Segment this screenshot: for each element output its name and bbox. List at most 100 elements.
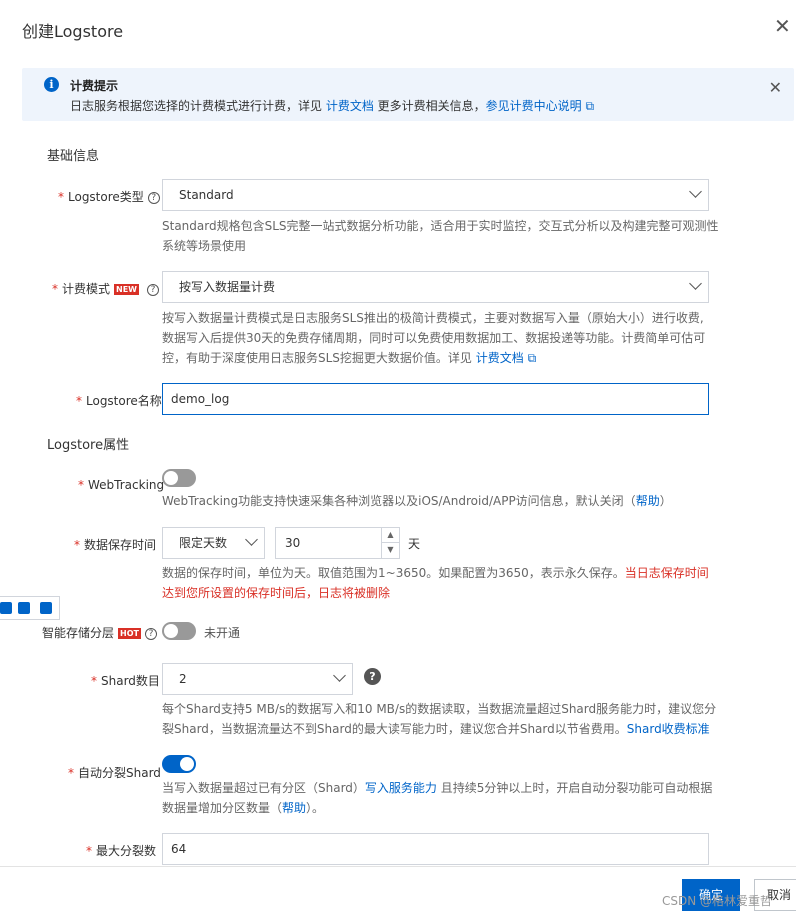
info-icon: i bbox=[44, 77, 59, 92]
billing-mode-desc: 按写入数据量计费模式是日志服务SLS推出的极简计费模式，主要对数据写入量（原始大… bbox=[162, 308, 705, 368]
retention-label: * 数据保存时间 bbox=[74, 538, 157, 552]
billing-mode-desc-line1: 按写入数据量计费模式是日志服务SLS推出的极简计费模式，主要对数据写入量（原始大… bbox=[162, 311, 704, 325]
smart-tier-label: 智能存储分层 HOT? bbox=[42, 624, 157, 641]
shard-desc-line1: 每个Shard支持5 MB/s的数据写入和10 MB/s的数据读取，当数据流量超… bbox=[162, 702, 717, 716]
shard-label-text: Shard数目 bbox=[101, 674, 160, 688]
help-icon[interactable]: ? bbox=[147, 191, 160, 204]
smart-tier-status: 未开通 bbox=[204, 626, 241, 640]
auto-split-toggle[interactable] bbox=[162, 755, 196, 773]
billing-mode-select[interactable]: 按写入数据量计费 bbox=[162, 271, 709, 303]
shard-value: 2 bbox=[179, 672, 187, 686]
billing-doc-link[interactable]: 计费文档 bbox=[326, 99, 374, 113]
logstore-type-label-text: Logstore类型 bbox=[68, 190, 144, 204]
webtracking-label: * WebTracking bbox=[78, 478, 165, 492]
shard-label: * Shard数目 bbox=[91, 674, 160, 688]
logstore-type-value: Standard bbox=[179, 188, 234, 202]
logstore-name-label: * Logstore名称 bbox=[76, 394, 162, 408]
close-icon[interactable]: ✕ bbox=[774, 16, 794, 36]
notice-text-middle: 更多计费相关信息， bbox=[373, 99, 486, 113]
stepper-down-icon[interactable]: ▼ bbox=[381, 543, 399, 558]
notice-close-icon[interactable]: ✕ bbox=[769, 78, 782, 97]
toggle-knob bbox=[164, 624, 178, 638]
retention-days-value: 30 bbox=[285, 536, 301, 550]
shard-desc: 每个Shard支持5 MB/s的数据写入和10 MB/s的数据读取，当数据流量超… bbox=[162, 699, 716, 739]
auto-split-desc-line1a: 当写入数据量超过已有分区（Shard） bbox=[162, 781, 365, 795]
retention-unit: 天 bbox=[408, 537, 421, 551]
question-icon[interactable]: ? bbox=[364, 668, 381, 685]
billing-doc-link-label: 计费文档 bbox=[475, 351, 524, 365]
auto-split-desc: 当写入数据量超过已有分区（Shard）写入服务能力 且持续5分钟以上时，开启自动… bbox=[162, 778, 712, 818]
logstore-name-label-text: Logstore名称 bbox=[86, 394, 162, 408]
auto-split-label-text: 自动分裂Shard bbox=[78, 766, 161, 780]
chevron-down-icon bbox=[245, 533, 258, 546]
billing-center-link-label: 参见计费中心说明 bbox=[485, 99, 582, 113]
gamepad-icon[interactable] bbox=[18, 602, 30, 614]
logstore-type-desc-line1: Standard规格包含SLS完整一站式数据分析功能，适合用于实时监控，交互式分… bbox=[162, 219, 719, 233]
webtracking-desc-text: WebTracking功能支持快速采集各种浏览器以及iOS/Android/AP… bbox=[162, 494, 636, 508]
toggle-knob bbox=[164, 471, 178, 485]
billing-doc-link[interactable]: 计费文档 ⧉ bbox=[476, 351, 536, 365]
external-link-icon: ⧉ bbox=[585, 99, 595, 113]
new-badge: NEW bbox=[114, 284, 139, 295]
external-link-icon: ⧉ bbox=[527, 351, 537, 365]
retention-desc: 数据的保存时间，单位为天。取值范围为1~3650。如果配置为3650，表示永久保… bbox=[162, 563, 709, 603]
hot-badge: HOT bbox=[118, 628, 141, 639]
shard-desc-line2: 裂Shard，当数据流量达不到Shard的最大读写能力时，建议您合并Shard以… bbox=[162, 722, 627, 736]
logstore-type-label: * Logstore类型? bbox=[58, 188, 160, 205]
billing-center-link[interactable]: 参见计费中心说明 ⧉ bbox=[486, 99, 594, 113]
apps-icon[interactable] bbox=[40, 602, 52, 614]
retention-warning-2: 达到您所设置的保存时间后，日志将被删除 bbox=[162, 586, 391, 600]
webtracking-help-link[interactable]: 帮助 bbox=[636, 494, 660, 508]
auto-split-desc-line1b: 且持续5分钟以上时，开启自动分裂功能可自动根据 bbox=[436, 781, 713, 795]
floating-toolbar[interactable] bbox=[0, 596, 60, 620]
billing-mode-desc-line3: 控，有助于深度使用日志服务SLS挖掘更大数据价值。详见 bbox=[162, 351, 476, 365]
retention-mode-select[interactable]: 限定天数 bbox=[162, 527, 265, 559]
retention-warning-1: 当日志保存时间 bbox=[624, 566, 709, 580]
notice-text-before: 日志服务根据您选择的计费模式进行计费，详见 bbox=[70, 99, 326, 113]
dialog-title: 创建Logstore bbox=[22, 22, 124, 41]
section-basic-title: 基础信息 bbox=[47, 149, 100, 164]
webtracking-desc: WebTracking功能支持快速采集各种浏览器以及iOS/Android/AP… bbox=[162, 491, 672, 511]
billing-mode-value: 按写入数据量计费 bbox=[179, 280, 276, 294]
billing-notice: i 计费提示 日志服务根据您选择的计费模式进行计费，详见 计费文档 更多计费相关… bbox=[22, 68, 794, 121]
help-icon[interactable]: ? bbox=[144, 627, 157, 640]
auto-split-desc-line2a: 数据量增加分区数量（ bbox=[162, 801, 283, 815]
max-split-input[interactable]: 64 bbox=[162, 833, 709, 865]
logstore-type-select[interactable]: Standard bbox=[162, 179, 709, 211]
tool-icon[interactable] bbox=[0, 602, 12, 614]
logstore-type-desc-line2: 系统等场景使用 bbox=[162, 239, 247, 253]
webtracking-desc-end: ） bbox=[659, 494, 672, 508]
logstore-name-input[interactable]: demo_log bbox=[162, 383, 709, 415]
help-icon[interactable]: ? bbox=[147, 283, 159, 296]
billing-mode-label: * 计费模式 NEW? bbox=[52, 280, 159, 297]
write-capacity-link[interactable]: 写入服务能力 bbox=[365, 781, 437, 795]
webtracking-toggle[interactable] bbox=[162, 469, 196, 487]
retention-desc-line1: 数据的保存时间，单位为天。取值范围为1~3650。如果配置为3650，表示永久保… bbox=[162, 566, 625, 580]
chevron-down-icon bbox=[689, 185, 702, 198]
auto-split-help-link[interactable]: 帮助 bbox=[282, 801, 306, 815]
toggle-knob bbox=[180, 757, 194, 771]
auto-split-desc-line2b: ）。 bbox=[306, 801, 325, 815]
dialog-header: 创建Logstore ✕ bbox=[0, 0, 796, 58]
smart-tier-label-text: 智能存储分层 bbox=[42, 626, 115, 640]
auto-split-label: * 自动分裂Shard bbox=[68, 766, 161, 780]
chevron-down-icon bbox=[689, 277, 702, 290]
stepper-up-icon[interactable]: ▲ bbox=[381, 528, 399, 543]
smart-tier-toggle[interactable] bbox=[162, 622, 196, 640]
billing-mode-label-text: 计费模式 bbox=[62, 282, 111, 296]
notice-title: 计费提示 bbox=[70, 79, 119, 93]
shard-pricing-link[interactable]: Shard收费标准 bbox=[627, 722, 710, 736]
retention-mode-value: 限定天数 bbox=[179, 536, 228, 550]
chevron-down-icon bbox=[333, 669, 346, 682]
webtracking-label-text: WebTracking bbox=[88, 478, 165, 492]
max-split-label: * 最大分裂数 bbox=[86, 844, 157, 858]
section-attrs-title: Logstore属性 bbox=[47, 438, 130, 453]
shard-select[interactable]: 2 bbox=[162, 663, 353, 695]
watermark: CSDN @格林爱重哲 bbox=[662, 894, 773, 908]
notice-text: 日志服务根据您选择的计费模式进行计费，详见 计费文档 更多计费相关信息，参见计费… bbox=[70, 97, 594, 114]
retention-label-text: 数据保存时间 bbox=[84, 538, 157, 552]
billing-mode-desc-line2: 数据写入后提供30天的免费存储周期，同时可以免费使用数据加工、数据投递等功能。计… bbox=[162, 331, 706, 345]
retention-days-input[interactable]: 30 ▲ ▼ bbox=[275, 527, 400, 559]
max-split-label-text: 最大分裂数 bbox=[96, 844, 157, 858]
logstore-type-desc: Standard规格包含SLS完整一站式数据分析功能，适合用于实时监控，交互式分… bbox=[162, 216, 719, 256]
